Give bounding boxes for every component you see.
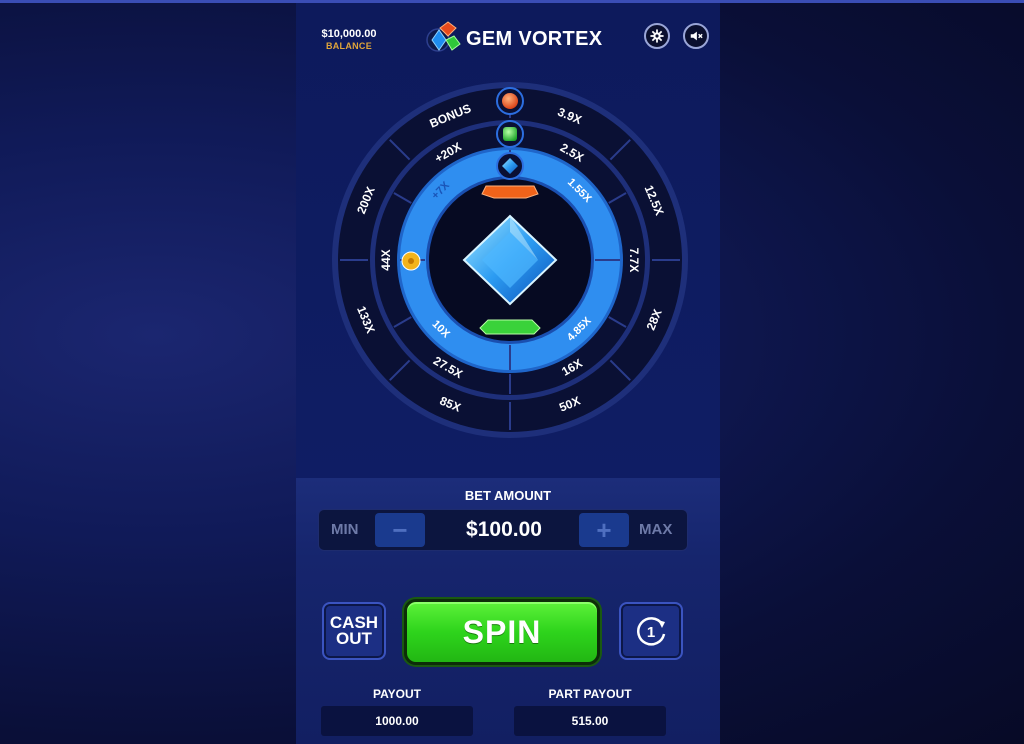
sound-toggle-button[interactable] [683, 23, 709, 49]
game-logo: GEM VORTEX [426, 20, 602, 58]
bet-amount-title: BET AMOUNT [464, 488, 552, 503]
min-bet-button[interactable]: MIN [331, 510, 359, 550]
balance-amount: $10,000.00 [321, 28, 377, 40]
red-center-gem [481, 185, 539, 199]
blue-gem-marker [496, 152, 524, 180]
max-bet-button[interactable]: MAX [639, 510, 672, 550]
red-gem-marker [496, 87, 524, 115]
spin-label: SPIN [462, 613, 542, 650]
settings-button[interactable] [644, 23, 670, 49]
decrease-bet-button[interactable]: − [375, 513, 425, 547]
part-payout-label: PART PAYOUT [548, 687, 632, 701]
increase-bet-button[interactable]: + [579, 513, 629, 547]
gem-cluster-icon [426, 21, 461, 52]
vortex-wheel: BONUS 3.9X 12.5X 28X 50X 85X 133X 200X +20X 2.5X 7… [330, 80, 690, 440]
balance-display: $10,000.00 BALANCE [318, 28, 380, 51]
replay-count-icon: 1 [637, 617, 666, 646]
spin-button[interactable]: SPIN [404, 599, 600, 665]
autoplay-count: 1 [647, 624, 655, 641]
wheel-graphic: BONUS 3.9X12.5X28X50X85X133X200X+20X 2.5X7… [332, 82, 688, 438]
autoplay-button[interactable]: 1 [619, 602, 683, 660]
green-gem-marker [496, 120, 524, 148]
middle_ring-label: 7.7X [627, 248, 641, 273]
cash-out-button[interactable]: CASH OUT [322, 602, 386, 660]
middle_ring-label: 44X [379, 249, 393, 270]
minus-icon: − [392, 514, 408, 545]
yellow-pointer [401, 251, 421, 271]
payout-value: 1000.00 [321, 706, 473, 736]
cash-out-label-line2: OUT [336, 629, 372, 648]
plus-icon: + [596, 514, 612, 545]
green-center-gem [479, 319, 541, 335]
mute-icon [690, 31, 703, 41]
bet-control: MIN − $100.00 + MAX [318, 509, 688, 551]
balance-label: BALANCE [325, 41, 373, 51]
gear-icon [650, 29, 664, 43]
game-title: GEM VORTEX [466, 27, 603, 50]
payout-label: PAYOUT [372, 687, 421, 701]
part-payout-value: 515.00 [514, 706, 666, 736]
